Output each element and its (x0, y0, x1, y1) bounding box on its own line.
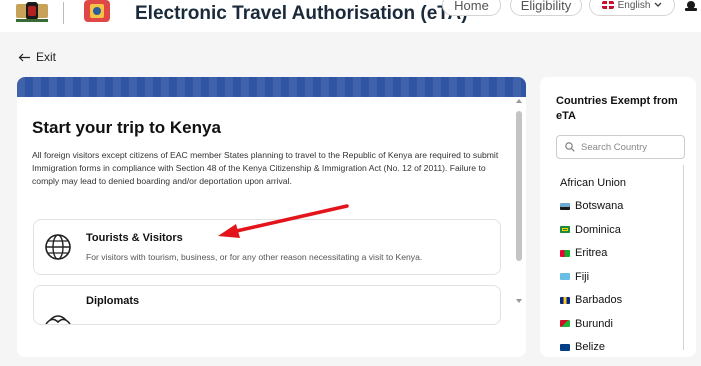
country-item-dominica[interactable]: Dominica (560, 218, 680, 242)
logo-divider (63, 2, 64, 24)
nav-eligibility-button[interactable]: Eligibility (510, 0, 582, 16)
page-header-title: Electronic Travel Authorisation (eTA) (135, 3, 468, 24)
top-header: Electronic Travel Authorisation (eTA) Ho… (0, 0, 701, 32)
barbados-flag-icon (560, 296, 570, 304)
country-item-burundi[interactable]: Burundi (560, 312, 680, 336)
exit-label: Exit (36, 50, 57, 64)
language-selector[interactable]: English (589, 0, 675, 16)
search-icon (565, 142, 575, 152)
country-name: Fiji (575, 270, 590, 283)
directorate-logo (84, 0, 110, 22)
scroll-down-icon[interactable] (516, 299, 522, 303)
chevron-down-icon (654, 2, 662, 7)
country-search-input[interactable] (581, 141, 676, 153)
exempt-countries-title: Countries Exempt from eTA (556, 95, 678, 122)
country-name: Belize (575, 341, 605, 354)
fiji-flag-icon (560, 273, 570, 281)
eritrea-flag-icon (560, 249, 570, 257)
option-title: Diplomats (86, 295, 140, 307)
exempt-countries-panel: Countries Exempt from eTA African Union … (540, 77, 696, 357)
nav-home-button[interactable]: Home (442, 0, 501, 16)
country-name: Eritrea (575, 247, 608, 260)
country-name: African Union (560, 176, 627, 189)
diplomat-icon (45, 315, 71, 324)
country-search[interactable] (556, 135, 685, 159)
exit-link[interactable]: Exit (18, 50, 56, 64)
dominica-flag-icon (560, 226, 570, 234)
country-item-belize[interactable]: Belize (560, 336, 680, 358)
burundi-flag-icon (560, 320, 570, 328)
country-item-eritrea[interactable]: Eritrea (560, 242, 680, 266)
arrow-left-icon (18, 53, 30, 61)
country-name: Botswana (575, 200, 624, 213)
option-diplomats[interactable]: Diplomats (33, 285, 501, 325)
country-list: African Union Botswana Dominica Eritrea … (560, 171, 680, 357)
country-item-botswana[interactable]: Botswana (560, 195, 680, 219)
intro-paragraph: All foreign visitors except citizens of … (32, 150, 499, 186)
decorative-banner (17, 77, 526, 97)
option-description: For visitors with tourism, business, or … (86, 252, 423, 262)
country-item-african-union[interactable]: African Union (560, 171, 680, 195)
country-name: Dominica (575, 223, 621, 236)
uk-flag-icon (601, 1, 614, 9)
country-list-scrollbar[interactable] (683, 165, 684, 350)
botswana-flag-icon (560, 202, 570, 210)
country-item-fiji[interactable]: Fiji (560, 265, 680, 289)
language-label: English (617, 0, 651, 11)
option-title: Tourists & Visitors (86, 232, 183, 244)
globe-icon (45, 234, 71, 260)
belize-flag-icon (560, 343, 570, 351)
annotation-arrow-icon (218, 204, 349, 238)
scroll-up-icon[interactable] (516, 99, 522, 103)
country-name: Barbados (575, 294, 623, 307)
country-item-barbados[interactable]: Barbados (560, 289, 680, 313)
accessibility-icon[interactable] (683, 0, 699, 16)
kenya-coat-of-arms-logo (16, 2, 48, 22)
scroll-thumb[interactable] (516, 111, 522, 261)
main-scrollbar[interactable] (516, 99, 523, 307)
country-name: Burundi (575, 317, 613, 330)
start-trip-title: Start your trip to Kenya (32, 118, 221, 137)
